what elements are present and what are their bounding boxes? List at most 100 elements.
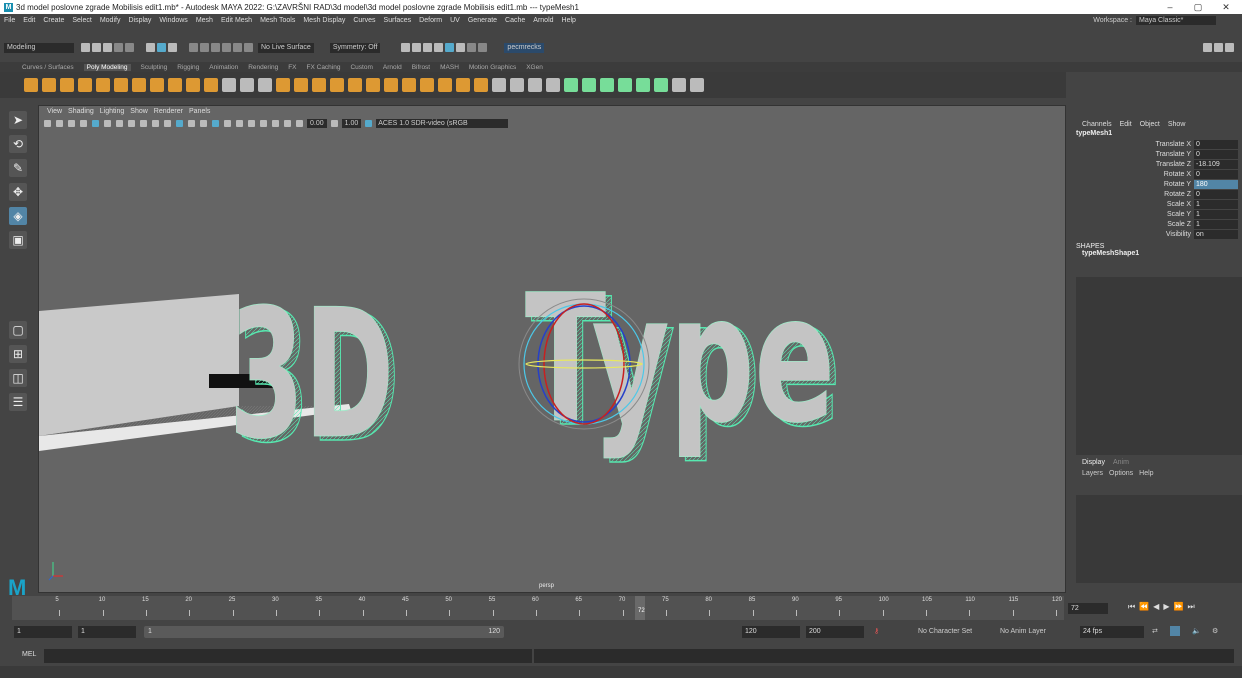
shadows-icon[interactable] [224, 120, 231, 127]
platonic-solid-icon[interactable] [150, 78, 164, 92]
use-all-lights-icon[interactable] [212, 120, 219, 127]
image-plane-icon[interactable] [80, 120, 87, 127]
poly-torus-icon[interactable] [96, 78, 110, 92]
safe-action-icon[interactable] [152, 120, 159, 127]
poly-plane-icon[interactable] [114, 78, 128, 92]
play-forward-icon[interactable]: ▶ [1163, 602, 1169, 612]
playback-start-field[interactable]: 1 [78, 626, 136, 638]
grid-toggle-icon[interactable] [92, 120, 99, 127]
menu-help[interactable]: Help [562, 17, 576, 24]
menu-generate[interactable]: Generate [468, 17, 497, 24]
super-shape-icon[interactable] [168, 78, 182, 92]
loop-icon[interactable]: ⇄ [1152, 626, 1158, 638]
shape-node-name[interactable]: typeMeshShape1 [1076, 250, 1236, 257]
quad-draw-icon[interactable] [492, 78, 506, 92]
cleanup-icon[interactable] [654, 78, 668, 92]
svg-icon[interactable] [204, 78, 218, 92]
motion-blur-icon[interactable] [248, 120, 255, 127]
symmetry-dropdown[interactable]: Symmetry: Off [329, 42, 381, 53]
redo-icon[interactable] [125, 43, 134, 52]
menu-edit[interactable]: Edit [23, 17, 35, 24]
scene-end-field[interactable]: 200 [806, 626, 864, 638]
camera-select-icon[interactable] [44, 120, 51, 127]
modeling-toolkit-icon[interactable] [1203, 43, 1212, 52]
channel-box-object-name[interactable]: typeMesh1 [1070, 128, 1242, 139]
shelf-tab-curves-surfaces[interactable]: Curves / Surfaces [22, 64, 74, 71]
poly-cone-icon[interactable] [78, 78, 92, 92]
outliner-layout-icon[interactable]: ☰ [9, 393, 27, 411]
attribute-editor-icon[interactable] [1214, 43, 1223, 52]
time-slider[interactable]: 72 5 10 15 20 25 30 35 40 45 50 55 60 65 70 75 80 85 90 95… [12, 596, 1064, 620]
shelf-tab-fx[interactable]: FX [288, 64, 296, 71]
user-account-button[interactable]: pecmrecks [504, 42, 545, 53]
set-normal-icon[interactable] [636, 78, 650, 92]
maximize-button[interactable]: ▢ [1186, 0, 1210, 14]
poly-sphere-icon[interactable] [24, 78, 38, 92]
boolean-icon[interactable] [276, 78, 290, 92]
uv-editor-icon[interactable] [528, 78, 542, 92]
harden-edge-icon[interactable] [618, 78, 632, 92]
two-panel-layout-icon[interactable]: ◫ [9, 369, 27, 387]
select-hierarchy-icon[interactable] [146, 43, 155, 52]
append-polygon-icon[interactable] [384, 78, 398, 92]
scene-start-field[interactable]: 1 [14, 626, 72, 638]
range-slider[interactable]: 1 120 [144, 626, 504, 638]
menu-select[interactable]: Select [72, 17, 91, 24]
viewport-menu-lighting[interactable]: Lighting [100, 108, 125, 115]
gamma-field[interactable]: 1.00 [341, 119, 362, 128]
tab-anim[interactable]: Anim [1113, 459, 1129, 466]
attribute-value[interactable]: 1 [1194, 199, 1238, 209]
select-tool-icon[interactable]: ➤ [9, 111, 27, 129]
playback-end-field[interactable]: 120 [742, 626, 800, 638]
type-text-icon[interactable] [186, 78, 200, 92]
close-button[interactable]: ✕ [1214, 0, 1238, 14]
viewport-menu-shading[interactable]: Shading [68, 108, 94, 115]
channel-box-menu-edit[interactable]: Edit [1120, 121, 1132, 128]
collapse-icon[interactable] [474, 78, 488, 92]
anim-prefs-icon[interactable]: ⚙ [1212, 626, 1218, 638]
menu-mesh[interactable]: Mesh [196, 17, 213, 24]
key-ticks-icon[interactable] [1170, 626, 1180, 636]
shelf-tab-arnold[interactable]: Arnold [383, 64, 402, 71]
save-scene-icon[interactable] [103, 43, 112, 52]
shelf-tab-poly-modeling[interactable]: Poly Modeling [83, 63, 131, 71]
step-back-key-icon[interactable]: ⏪ [1139, 602, 1149, 612]
go-to-start-icon[interactable]: ⏮ [1128, 602, 1135, 612]
smooth-icon[interactable] [258, 78, 272, 92]
poly-cube-icon[interactable] [42, 78, 56, 92]
field-chart-icon[interactable] [140, 120, 147, 127]
menu-curves[interactable]: Curves [353, 17, 375, 24]
attribute-value[interactable]: -18.109 [1194, 159, 1238, 169]
single-perspective-layout-icon[interactable]: ▢ [9, 321, 27, 339]
separate-icon[interactable] [240, 78, 254, 92]
open-scene-icon[interactable] [92, 43, 101, 52]
help-menu[interactable]: Help [1139, 470, 1153, 477]
menu-arnold[interactable]: Arnold [533, 17, 553, 24]
viewport-scene[interactable]: 3D 3D Type Type [39, 106, 1067, 594]
arnold-render-icon[interactable] [467, 43, 477, 52]
attribute-value[interactable]: 0 [1194, 139, 1238, 149]
exposure-field[interactable]: 0.00 [307, 119, 327, 128]
ipr-render-icon[interactable] [423, 43, 433, 52]
render-settings-icon[interactable] [434, 43, 444, 52]
camera-attributes-icon[interactable] [56, 120, 63, 127]
planar-map-icon[interactable] [546, 78, 560, 92]
workspace-selector[interactable]: Workspace : Maya Classic* [1093, 14, 1216, 26]
combine-icon[interactable] [222, 78, 236, 92]
gate-mask-icon[interactable] [128, 120, 135, 127]
textured-icon[interactable] [200, 120, 207, 127]
layers-menu[interactable]: Layers [1082, 470, 1103, 477]
menu-mesh-tools[interactable]: Mesh Tools [260, 17, 295, 24]
snap-pivot-icon[interactable] [244, 43, 253, 52]
smooth-shade-icon[interactable] [176, 120, 183, 127]
history-icon[interactable] [401, 43, 411, 52]
insert-edge-loop-icon[interactable] [420, 78, 434, 92]
typemesh-3d-text[interactable]: 3D 3D Type Type [229, 257, 842, 483]
shelf-tab-fx-caching[interactable]: FX Caching [307, 64, 341, 71]
shelf-tab-motion-graphics[interactable]: Motion Graphics [469, 64, 516, 71]
workspace-dropdown[interactable]: Maya Classic* [1136, 15, 1216, 25]
fill-hole-icon[interactable] [366, 78, 380, 92]
channel-box-menu-show[interactable]: Show [1168, 121, 1186, 128]
viewport-menu-panels[interactable]: Panels [189, 108, 210, 115]
shelf-tab-xgen[interactable]: XGen [526, 64, 543, 71]
